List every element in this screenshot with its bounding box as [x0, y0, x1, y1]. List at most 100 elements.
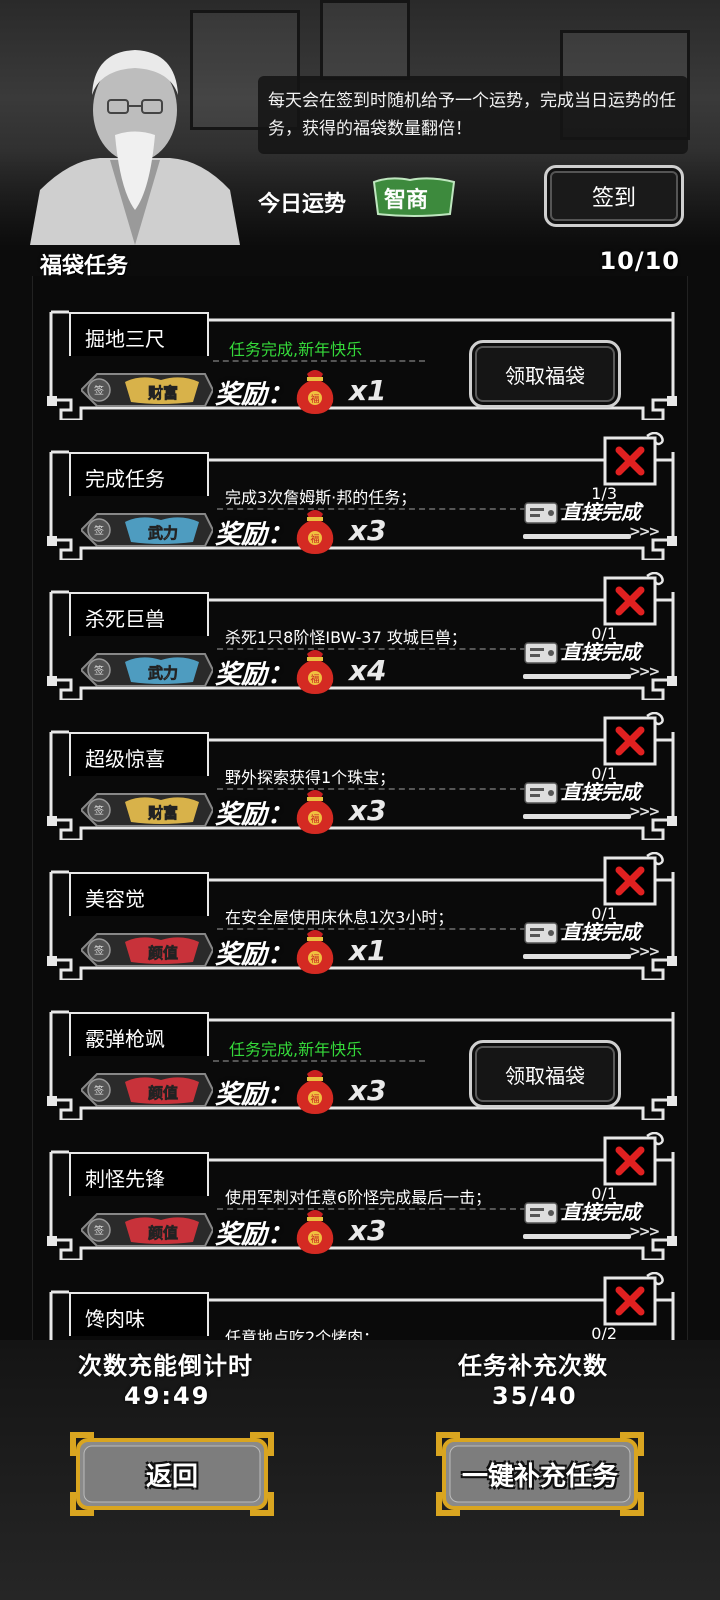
- task-name-text: 霰弹枪飒: [85, 1027, 165, 1051]
- close-icon: [603, 431, 664, 486]
- task-name: 美容觉: [69, 872, 209, 916]
- category-badge: 签 财富: [81, 373, 213, 407]
- svg-text:颜值: 颜值: [148, 944, 178, 962]
- abandon-task-button[interactable]: [603, 1271, 665, 1326]
- task-description: 任务完成,新年快乐: [213, 1032, 425, 1062]
- category-badge: 签 武力: [81, 653, 213, 687]
- task-name-text: 超级惊喜: [85, 747, 165, 771]
- claim-lucky-bag-button[interactable]: 领取福袋: [469, 340, 621, 408]
- svg-text:签: 签: [94, 1224, 104, 1237]
- quick-complete-underline: [523, 814, 631, 819]
- svg-text:福: 福: [310, 953, 319, 965]
- arrow-icon: >>>: [629, 524, 660, 540]
- svg-text:签: 签: [94, 804, 104, 817]
- quick-complete-underline: [523, 534, 631, 539]
- abandon-task-button[interactable]: [603, 431, 665, 486]
- reward-label: 奖励：: [215, 940, 294, 970]
- fortune-value: 智商: [384, 188, 429, 213]
- task-list[interactable]: 掘地三尺 任务完成,新年快乐 签 财富 奖励： 福 x1 领取福袋 完成任务 完…: [32, 276, 688, 1340]
- quick-complete-underline: [523, 674, 631, 679]
- fortune-badge: 智商: [370, 176, 458, 218]
- task-card: 杀死巨兽 杀死1只8阶怪IBW-37 攻城巨兽； 0/1 签 武力 奖励： 福 …: [47, 571, 677, 700]
- reward-multiplier: x4: [349, 654, 387, 687]
- ticket-icon: [524, 502, 558, 524]
- task-name: 完成任务: [69, 452, 209, 496]
- task-description-text: 使用军刺对任意6阶怪完成最后一击；: [225, 1188, 492, 1207]
- lucky-bag-icon: 福: [296, 1070, 334, 1114]
- lucky-bag-icon: 福: [296, 790, 334, 834]
- reward-multiplier: x3: [349, 794, 387, 827]
- task-name-text: 完成任务: [85, 467, 165, 491]
- close-icon: [603, 1131, 664, 1186]
- task-description-text: 任务完成,新年快乐: [229, 1040, 363, 1059]
- svg-text:福: 福: [310, 533, 319, 545]
- svg-text:福: 福: [310, 1093, 319, 1105]
- arrow-icon: >>>: [629, 944, 660, 960]
- footer-panel: 次数充能倒计时 49:49 任务补充次数 35/40 返回 一键补充任务: [0, 1340, 720, 1600]
- reward-label: 奖励：: [215, 520, 294, 550]
- task-description-text: 杀死1只8阶怪IBW-37 攻城巨兽；: [225, 628, 467, 647]
- lucky-bag-icon: 福: [296, 370, 334, 414]
- reward-multiplier: x3: [349, 514, 387, 547]
- lucky-bag-icon: 福: [296, 930, 334, 974]
- window-decoration: [320, 0, 410, 80]
- quick-complete-underline: [523, 1234, 631, 1239]
- refill-all-button[interactable]: 一键补充任务: [434, 1430, 646, 1518]
- task-name: 杀死巨兽: [69, 592, 209, 636]
- task-name-text: 刺怪先锋: [85, 1167, 165, 1191]
- abandon-task-button[interactable]: [603, 1131, 665, 1186]
- back-button-label: 返回: [145, 1461, 198, 1492]
- task-name: 馋肉味: [69, 1292, 209, 1336]
- category-badge: 签 颜值: [81, 1213, 213, 1247]
- task-name: 超级惊喜: [69, 732, 209, 776]
- claim-lucky-bag-button[interactable]: 领取福袋: [469, 1040, 621, 1108]
- task-card: 霰弹枪飒 任务完成,新年快乐 签 颜值 奖励： 福 x3 领取福袋: [47, 992, 677, 1120]
- quick-complete-label: 直接完成: [561, 500, 641, 524]
- lucky-bag-icon: 福: [296, 1210, 334, 1254]
- quick-complete-button[interactable]: 直接完成>>>: [523, 636, 660, 686]
- task-description-text: 任意地点吃2个烤肉；: [225, 1328, 380, 1340]
- reward-label: 奖励：: [215, 1220, 294, 1250]
- sign-in-button[interactable]: 签到: [544, 165, 684, 227]
- refill-count-value: 35/40: [492, 1382, 578, 1410]
- arrow-icon: >>>: [629, 1224, 660, 1240]
- quick-complete-label: 直接完成: [561, 780, 641, 804]
- abandon-task-button[interactable]: [603, 571, 665, 626]
- abandon-task-button[interactable]: [603, 851, 665, 906]
- ticket-icon: [524, 782, 558, 804]
- fortune-label: 今日运势: [258, 192, 347, 217]
- svg-text:财富: 财富: [148, 804, 178, 822]
- task-description: 任务完成,新年快乐: [213, 332, 425, 362]
- svg-text:签: 签: [94, 384, 104, 397]
- quick-complete-button[interactable]: 直接完成>>>: [523, 916, 660, 966]
- ticket-icon: [524, 642, 558, 664]
- recharge-timer-label: 次数充能倒计时: [78, 1352, 253, 1380]
- elder-portrait-icon: [30, 50, 240, 245]
- abandon-task-button[interactable]: [603, 711, 665, 766]
- svg-text:签: 签: [94, 524, 104, 537]
- category-badge: 签 颜值: [81, 933, 213, 967]
- arrow-icon: >>>: [629, 804, 660, 820]
- close-icon: [603, 711, 664, 766]
- back-button[interactable]: 返回: [68, 1430, 276, 1518]
- task-name: 刺怪先锋: [69, 1152, 209, 1196]
- arrow-icon: >>>: [629, 664, 660, 680]
- recharge-timer-value: 49:49: [124, 1382, 211, 1410]
- quick-complete-button[interactable]: 直接完成>>>: [523, 776, 660, 826]
- reward-multiplier: x3: [349, 1074, 387, 1107]
- svg-text:颜值: 颜值: [148, 1224, 178, 1242]
- svg-text:签: 签: [94, 1084, 104, 1097]
- svg-text:福: 福: [310, 813, 319, 825]
- quick-complete-label: 直接完成: [561, 640, 641, 664]
- svg-text:签: 签: [94, 664, 104, 677]
- task-name: 掘地三尺: [69, 312, 209, 356]
- task-card: 馋肉味 任意地点吃2个烤肉； 0/2 签 奖励： 福 直接完成>>>: [47, 1271, 677, 1340]
- task-name-text: 美容觉: [85, 887, 145, 911]
- task-name-text: 掘地三尺: [85, 327, 165, 351]
- header-panel: 每天会在签到时随机给予一个运势，完成当日运势的任务，获得的福袋数量翻倍！ 今日运…: [0, 0, 720, 245]
- quick-complete-button[interactable]: 直接完成>>>: [523, 496, 660, 546]
- svg-text:财富: 财富: [148, 384, 178, 402]
- task-name-text: 馋肉味: [85, 1307, 145, 1331]
- quick-complete-button[interactable]: 直接完成>>>: [523, 1196, 660, 1246]
- svg-text:签: 签: [94, 944, 104, 957]
